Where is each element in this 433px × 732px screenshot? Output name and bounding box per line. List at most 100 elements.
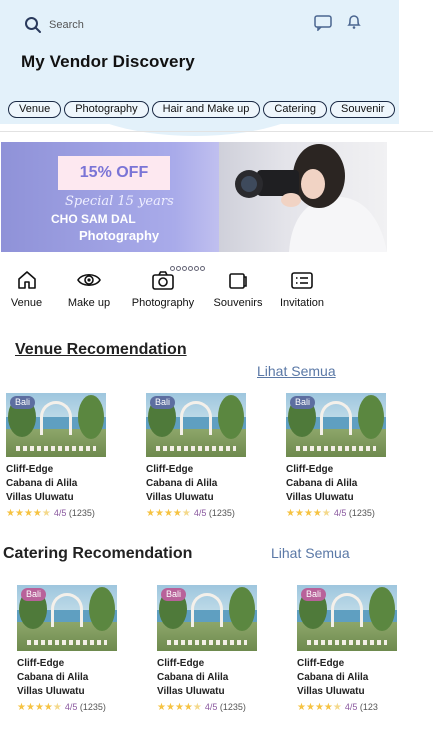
catering-card[interactable]: Bali Cliff-Edge Cabana di Alila Villas U… (157, 585, 277, 714)
venue-image: Bali (286, 393, 386, 457)
promo-banner[interactable]: 15% OFF Special 15 years CHO SAM DAL Pho… (1, 142, 387, 252)
search-input[interactable]: Search (49, 19, 84, 31)
photographer-illustration (235, 144, 387, 252)
venue-name-line-2: Cabana di Alila (146, 478, 218, 489)
rating-count: (1235) (79, 702, 106, 712)
chip-catering[interactable]: Catering (263, 101, 327, 118)
venue-name-line-3: Villas Uluwatu (286, 492, 354, 503)
venue-name-line-3: Villas Uluwatu (146, 492, 214, 503)
category-label: Souvenirs (213, 297, 263, 309)
venue-card[interactable]: Bali Cliff-Edge Cabana di Alila Villas U… (286, 393, 406, 520)
venue-section-title: Venue Recomendation (15, 341, 187, 358)
camera-icon (152, 271, 174, 290)
catering-see-all-link[interactable]: Lihat Semua (271, 545, 350, 561)
category-label: Venue (10, 297, 43, 309)
star-icon: ★ (14, 508, 24, 519)
venue-card[interactable]: Bali Cliff-Edge Cabana di Alila Villas U… (146, 393, 266, 520)
star-icon: ★ (163, 508, 173, 519)
star-icon: ★ (297, 702, 306, 713)
half-star-icon: ★ (321, 508, 331, 519)
catering-image: Bali (17, 585, 117, 651)
star-icon: ★ (323, 702, 333, 713)
chip-photography[interactable]: Photography (64, 101, 149, 118)
rating-count: (1235) (219, 702, 246, 712)
category-invitation[interactable]: Invitation (275, 269, 329, 309)
half-star-icon: ★ (192, 702, 202, 713)
rating: ★★★★★ 4/5 (1235) (157, 701, 277, 714)
catering-image: Bali (157, 585, 257, 651)
catering-section-title: Catering Recomendation (3, 545, 193, 562)
star-icon: ★ (286, 508, 295, 519)
catering-name-line-2: Cabana di Alila (157, 672, 229, 683)
category-chips: Venue Photography Hair and Make up Catering… (8, 99, 399, 119)
rating-value: 4/5 (204, 702, 218, 712)
half-star-icon: ★ (181, 508, 191, 519)
banner-subtitle: Photography (79, 228, 160, 243)
venue-image: Bali (146, 393, 246, 457)
carousel-dots (170, 258, 206, 271)
carousel-dot[interactable] (200, 266, 205, 271)
venue-see-all-link[interactable]: Lihat Semua (257, 363, 336, 379)
star-icon: ★ (32, 508, 42, 519)
star-icon: ★ (23, 508, 33, 519)
banner-tagline: Special 15 years (65, 194, 174, 209)
location-badge: Bali (10, 396, 36, 409)
star-icon: ★ (312, 508, 322, 519)
star-icon: ★ (154, 508, 164, 519)
catering-card[interactable]: Bali Cliff-Edge Cabana di Alila Villas U… (297, 585, 401, 714)
category-label: Photography (131, 297, 195, 309)
banner-photo (219, 142, 387, 252)
category-photography[interactable]: Photography (126, 269, 200, 309)
rating: ★★★★★ 4/5 (1235) (6, 507, 126, 520)
rating: ★★★★★ 4/5 (1235) (286, 507, 406, 520)
half-star-icon: ★ (41, 508, 51, 519)
rating-count: (1235) (68, 508, 95, 518)
star-icon: ★ (43, 702, 53, 713)
category-make-up[interactable]: Make up (63, 269, 115, 309)
category-label: Invitation (279, 297, 325, 309)
divider (0, 131, 433, 132)
category-label: Make up (67, 297, 111, 309)
chip-souvenir[interactable]: Souvenir (330, 101, 396, 118)
category-souvenirs[interactable]: Souvenirs (210, 269, 266, 309)
bell-icon[interactable] (347, 14, 361, 30)
star-icon: ★ (34, 702, 44, 713)
search-icon[interactable] (24, 16, 42, 34)
chip-venue[interactable]: Venue (8, 101, 62, 118)
page-title: My Vendor Discovery (21, 52, 195, 71)
venue-name-line-3: Villas Uluwatu (6, 492, 74, 503)
location-badge: Bali (21, 588, 47, 601)
star-icon: ★ (157, 702, 166, 713)
catering-card[interactable]: Bali Cliff-Edge Cabana di Alila Villas U… (17, 585, 137, 714)
banner-vendor-name: CHO SAM DAL (51, 212, 136, 226)
rating-value: 4/5 (64, 702, 78, 712)
rating-value: 4/5 (333, 508, 347, 518)
category-venue[interactable]: Venue (8, 269, 45, 309)
rating: ★★★★★ 4/5 (1235) (146, 507, 266, 520)
location-badge: Bali (301, 588, 327, 601)
catering-name-line-2: Cabana di Alila (17, 672, 89, 683)
rating: ★★★★★ 4/5 (123 (297, 701, 401, 714)
gift-icon (229, 273, 247, 289)
half-star-icon: ★ (332, 702, 342, 713)
venue-card[interactable]: Bali Cliff-Edge Cabana di Alila Villas U… (6, 393, 126, 520)
chat-icon[interactable] (314, 15, 332, 31)
catering-name-line-2: Cabana di Alila (297, 672, 369, 683)
rating: ★★★★★ 4/5 (1235) (17, 701, 137, 714)
catering-image: Bali (297, 585, 397, 651)
star-icon: ★ (303, 508, 313, 519)
half-star-icon: ★ (52, 702, 62, 713)
venue-name-line-1: Cliff-Edge (146, 464, 194, 475)
invitation-icon (291, 272, 313, 289)
star-icon: ★ (174, 702, 184, 713)
catering-name-line-1: Cliff-Edge (157, 658, 205, 669)
catering-name-line-1: Cliff-Edge (17, 658, 65, 669)
venue-name-line-1: Cliff-Edge (286, 464, 334, 475)
chip-hair-and-make-up[interactable]: Hair and Make up (151, 101, 261, 118)
star-icon: ★ (172, 508, 182, 519)
catering-name-line-1: Cliff-Edge (297, 658, 345, 669)
venue-name-line-1: Cliff-Edge (6, 464, 54, 475)
rating-value: 4/5 (193, 508, 207, 518)
catering-name-line-3: Villas Uluwatu (157, 686, 225, 697)
star-icon: ★ (294, 508, 304, 519)
